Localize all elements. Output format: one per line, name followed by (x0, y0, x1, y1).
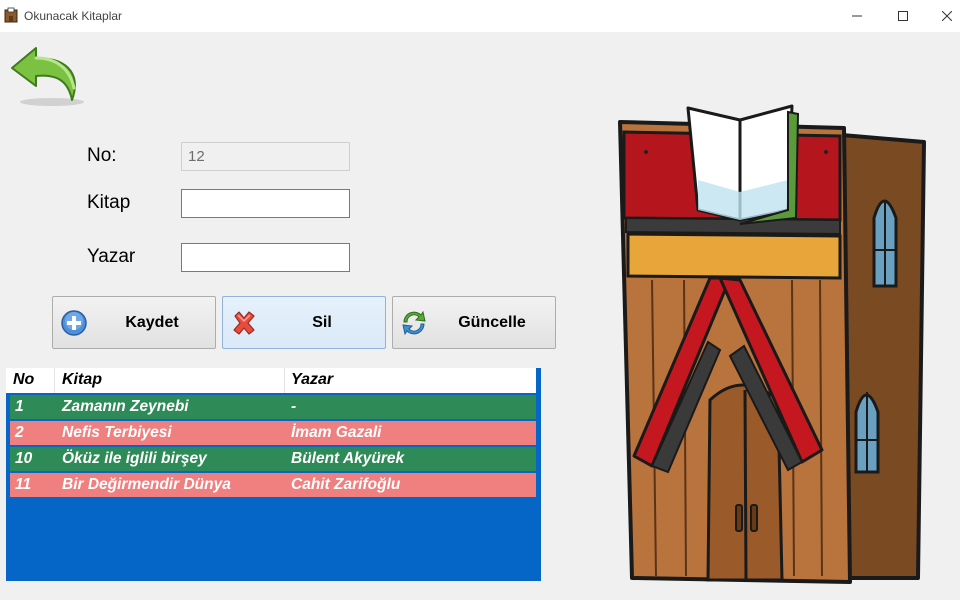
library-building-icon (618, 104, 926, 584)
yazar-label: Yazar (87, 246, 136, 267)
cell-yazar: Cahit Zarifoğlu (291, 476, 401, 493)
cell-kitap: Zamanın Zeynebi (62, 398, 189, 415)
red-x-icon (233, 311, 255, 335)
kitap-field[interactable] (181, 189, 350, 218)
maximize-icon (898, 11, 908, 21)
title-bar: Okunacak Kitaplar (0, 0, 960, 32)
column-divider (284, 368, 285, 393)
cell-kitap: Öküz ile iglili birşey (62, 450, 207, 467)
cell-yazar: Bülent Akyürek (291, 450, 405, 467)
app-icon (4, 7, 18, 23)
no-field[interactable] (181, 142, 350, 171)
yazar-field[interactable] (181, 243, 350, 272)
cell-yazar: - (291, 398, 297, 415)
close-icon (942, 11, 952, 21)
add-circle-icon (61, 310, 87, 336)
update-button[interactable]: Güncelle (392, 296, 556, 349)
cell-yazar: İmam Gazali (291, 424, 382, 441)
no-label: No: (87, 145, 117, 166)
cell-no: 10 (15, 450, 33, 467)
cell-kitap: Nefis Terbiyesi (62, 424, 172, 441)
table-header: No Kitap Yazar (6, 368, 536, 393)
column-divider (54, 368, 55, 393)
back-arrow-icon[interactable] (8, 44, 88, 108)
column-header-no[interactable]: No (13, 371, 34, 389)
cell-no: 1 (15, 398, 24, 415)
table-row[interactable]: 10 Öküz ile iglili birşey Bülent Akyürek (10, 447, 536, 471)
column-header-yazar[interactable]: Yazar (291, 371, 333, 389)
window-title: Okunacak Kitaplar (24, 9, 123, 23)
cell-no: 2 (15, 424, 24, 441)
table-row[interactable]: 2 Nefis Terbiyesi İmam Gazali (10, 421, 536, 445)
books-table[interactable]: No Kitap Yazar 1 Zamanın Zeynebi - 2 Nef… (6, 368, 541, 581)
refresh-icon (402, 310, 426, 336)
kitap-label: Kitap (87, 192, 131, 213)
minimize-icon (852, 15, 862, 17)
cell-kitap: Bir Değirmendir Dünya (62, 476, 231, 493)
cell-no: 11 (15, 476, 32, 493)
minimize-button[interactable] (834, 0, 880, 32)
table-row[interactable]: 1 Zamanın Zeynebi - (10, 395, 536, 419)
close-button[interactable] (924, 0, 960, 32)
table-row[interactable]: 11 Bir Değirmendir Dünya Cahit Zarifoğlu (10, 473, 536, 497)
column-header-kitap[interactable]: Kitap (62, 371, 102, 389)
delete-button[interactable]: Sil (222, 296, 386, 349)
save-button[interactable]: Kaydet (52, 296, 216, 349)
maximize-button[interactable] (880, 0, 926, 32)
